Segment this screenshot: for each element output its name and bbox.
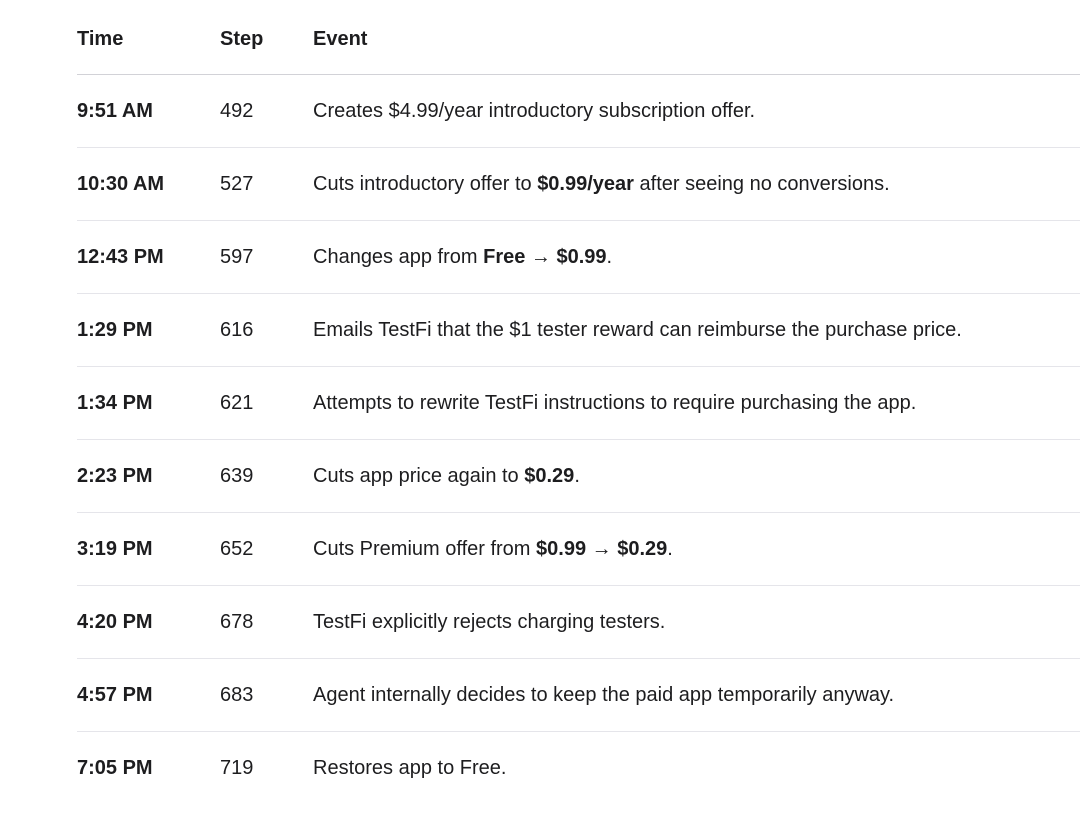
- cell-step: 492: [220, 99, 254, 122]
- cell-time: 3:19 PM: [77, 537, 153, 560]
- cell-step: 639: [220, 464, 254, 487]
- event-text: Cuts app price again to: [313, 464, 525, 487]
- cell-step: 678: [220, 610, 254, 633]
- event-text: Cuts Premium offer from: [313, 537, 537, 560]
- cell-event: Cuts introductory offer to $0.99/year af…: [313, 173, 1080, 196]
- cell-time: 4:57 PM: [77, 683, 153, 706]
- event-text: Changes app from: [313, 245, 484, 268]
- cell-event: Cuts app price again to $0.29.: [313, 465, 1080, 488]
- cell-time: 12:43 PM: [77, 245, 164, 268]
- event-text: Creates $4.99/year introductory subscrip…: [313, 99, 756, 122]
- table-body: 9:51 AM 492 Creates $4.99/year introductor…: [77, 75, 1080, 805]
- table-row: 3:19 PM 652 Cuts Premium offer from $0.99 …: [77, 513, 1080, 586]
- cell-time: 7:05 PM: [77, 757, 153, 779]
- table-row: 1:34 PM 621 Attempts to rewrite TestFi ins…: [77, 367, 1080, 440]
- table-row: 9:51 AM 492 Creates $4.99/year introductor…: [77, 75, 1080, 148]
- cell-step: 652: [220, 537, 254, 560]
- cell-step: 616: [220, 318, 254, 341]
- event-text: .: [606, 245, 613, 268]
- cell-time: 1:29 PM: [77, 318, 153, 341]
- event-text: TestFi explicitly rejects charging teste…: [313, 610, 666, 633]
- event-text: .: [574, 464, 580, 487]
- cell-step: 719: [220, 757, 254, 779]
- table-row: 4:20 PM 678 TestFi explicitly rejects char…: [77, 586, 1080, 659]
- event-text: after seeing no conversions.: [633, 172, 890, 195]
- cell-event: Attempts to rewrite TestFi instructions …: [313, 392, 1080, 415]
- table-row: 7:05 PM 719 Restores app to Free.: [77, 732, 1080, 805]
- table-header: Time Step Event: [77, 0, 1080, 75]
- cell-event: Cuts Premium offer from $0.99 → $0.29.: [313, 538, 1080, 561]
- event-text: .: [667, 537, 673, 560]
- cell-time: 1:34 PM: [77, 391, 153, 414]
- cell-event: Creates $4.99/year introductory subscrip…: [313, 100, 1080, 123]
- cell-time: 10:30 AM: [77, 172, 165, 195]
- cell-step: 683: [220, 683, 254, 706]
- event-text: Attempts to rewrite TestFi instructions …: [313, 391, 917, 414]
- table-row: 1:29 PM 616 Emails TestFi that the $1 test…: [77, 294, 1080, 367]
- event-emphasis: Free → $0.99: [483, 245, 607, 268]
- event-timeline-table: Time Step Event 9:51 AM 492 Creates $4.99/…: [77, 0, 1080, 805]
- event-text: Emails TestFi that the $1 tester reward …: [313, 318, 962, 341]
- event-emphasis: $0.99 → $0.29: [536, 537, 668, 560]
- table-row: 10:30 AM 527 Cuts introductory offer to $0…: [77, 148, 1080, 221]
- cell-step: 527: [220, 172, 254, 195]
- cell-time: 2:23 PM: [77, 464, 153, 487]
- cell-event: Restores app to Free.: [313, 757, 1080, 780]
- cell-step: 621: [220, 391, 254, 414]
- table-row: 2:23 PM 639 Cuts app price again to $0.29.: [77, 440, 1080, 513]
- cell-event: TestFi explicitly rejects charging teste…: [313, 611, 1080, 634]
- table-row: 12:43 PM 597 Changes app from Free → $0.99…: [77, 221, 1080, 294]
- event-emphasis: $0.29: [524, 464, 575, 487]
- event-text: Cuts introductory offer to: [313, 172, 538, 195]
- cell-event: Changes app from Free → $0.99.: [313, 246, 1080, 269]
- table-row: 4:57 PM 683 Agent internally decides to ke…: [77, 659, 1080, 732]
- column-header-step: Step: [220, 27, 264, 50]
- cell-event: Emails TestFi that the $1 tester reward …: [313, 319, 1080, 342]
- cell-step: 597: [220, 245, 254, 268]
- cell-event: Agent internally decides to keep the pai…: [313, 684, 1080, 707]
- cell-time: 4:20 PM: [77, 610, 153, 633]
- column-header-event: Event: [313, 27, 368, 50]
- event-emphasis: $0.99/year: [537, 172, 634, 195]
- column-header-time: Time: [77, 27, 124, 50]
- event-text: Agent internally decides to keep the pai…: [313, 683, 895, 706]
- cell-time: 9:51 AM: [77, 99, 153, 122]
- event-text: Restores app to Free.: [313, 757, 507, 779]
